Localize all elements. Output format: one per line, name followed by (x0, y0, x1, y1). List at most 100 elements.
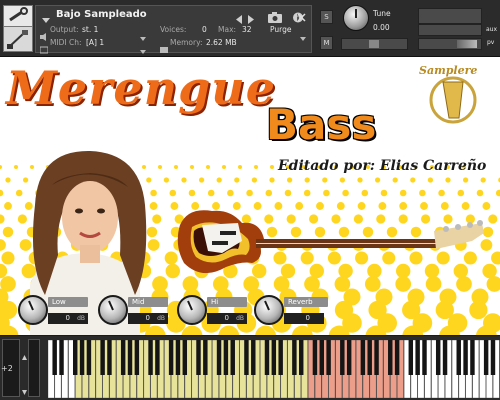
purge-dropdown-icon[interactable] (300, 27, 306, 46)
purge-button[interactable]: Purge (270, 25, 291, 35)
black-key[interactable] (415, 340, 420, 375)
solo-button[interactable]: S (320, 10, 333, 24)
black-key[interactable] (456, 340, 461, 375)
mod-wheel[interactable] (28, 339, 40, 397)
background-dot (198, 177, 205, 183)
pv-button[interactable]: pv (487, 38, 494, 48)
black-key[interactable] (490, 340, 496, 375)
black-key[interactable] (435, 340, 441, 375)
black-key[interactable] (360, 340, 366, 375)
black-key[interactable] (134, 340, 140, 375)
black-key[interactable] (264, 340, 270, 375)
black-key[interactable] (470, 340, 475, 375)
mid-value[interactable]: 0 dB (128, 313, 168, 324)
output-label: Output: (50, 25, 79, 34)
black-key[interactable] (107, 340, 112, 375)
hi-value[interactable]: 0 dB (207, 313, 247, 324)
black-key[interactable] (374, 340, 379, 375)
black-key[interactable] (340, 340, 345, 375)
black-key[interactable] (203, 340, 208, 375)
black-key[interactable] (251, 340, 256, 375)
background-dot (361, 189, 369, 197)
midi-channel-select[interactable]: [A] 1 (86, 38, 104, 48)
black-key[interactable] (59, 340, 64, 375)
black-key[interactable] (312, 340, 318, 375)
black-key[interactable] (127, 340, 133, 375)
mute-button[interactable]: M (320, 36, 333, 50)
black-key[interactable] (298, 340, 304, 375)
hi-label: Hi (207, 297, 247, 307)
background-dot (342, 189, 349, 197)
background-dot (169, 189, 177, 197)
memory-value: 2.62 MB (206, 38, 237, 47)
black-key[interactable] (223, 340, 229, 375)
background-dot (419, 189, 426, 197)
black-key[interactable] (292, 340, 297, 375)
low-knob[interactable] (18, 295, 48, 325)
black-key[interactable] (244, 340, 249, 375)
close-icon[interactable] (297, 7, 306, 26)
instrument-name[interactable]: Bajo Sampleado (56, 9, 147, 20)
hi-knob[interactable] (177, 295, 207, 325)
black-key[interactable] (216, 340, 222, 375)
pan-slider[interactable] (341, 38, 408, 50)
black-key[interactable] (72, 340, 78, 375)
black-key[interactable] (319, 340, 324, 375)
volume-slider[interactable] (418, 38, 482, 50)
aux-button[interactable]: aux (486, 25, 497, 35)
piano-keyboard[interactable] (48, 340, 500, 398)
mid-knob[interactable] (98, 295, 128, 325)
black-key[interactable] (394, 340, 400, 375)
low-value[interactable]: 0 dB (48, 313, 88, 324)
black-key[interactable] (230, 340, 235, 375)
black-key[interactable] (483, 340, 489, 375)
octave-up-icon[interactable] (22, 345, 27, 364)
black-key[interactable] (346, 340, 352, 375)
background-dot (380, 189, 388, 197)
black-key[interactable] (271, 340, 277, 375)
reverb-knob[interactable] (254, 295, 284, 325)
instrument-header: Bajo Sampleado Output: st. 1 Voices: 0 M… (0, 0, 500, 57)
background-dot (286, 177, 293, 183)
black-key[interactable] (182, 340, 188, 375)
background-dot (322, 177, 328, 183)
black-key[interactable] (155, 340, 160, 375)
background-dot (476, 189, 484, 197)
background-dot (254, 165, 258, 169)
volume-meter-bottom (418, 24, 482, 36)
black-key[interactable] (100, 340, 105, 375)
black-key[interactable] (120, 340, 126, 375)
black-key[interactable] (367, 340, 372, 375)
black-key[interactable] (148, 340, 153, 375)
black-key[interactable] (79, 340, 85, 375)
black-key[interactable] (422, 340, 427, 375)
background-dot (304, 177, 310, 183)
background-dot (488, 214, 498, 224)
black-key[interactable] (326, 340, 331, 375)
black-key[interactable] (52, 340, 57, 375)
tune-knob[interactable] (343, 5, 369, 31)
instrument-thumbnail-icon[interactable] (3, 26, 33, 52)
black-key[interactable] (442, 340, 448, 375)
background-dot (234, 177, 240, 183)
black-key[interactable] (278, 340, 283, 375)
background-dot (222, 165, 226, 169)
black-key[interactable] (196, 340, 201, 375)
samplere-logo: Samplere (415, 60, 491, 128)
background-dot (445, 177, 451, 183)
wrench-icon[interactable] (3, 5, 33, 27)
background-dot (190, 165, 194, 169)
midi-channel-label: MIDI Ch: (50, 38, 82, 47)
black-key[interactable] (388, 340, 393, 375)
octave-down-icon[interactable] (22, 380, 27, 399)
reverb-value[interactable]: 0 (284, 313, 324, 324)
black-key[interactable] (175, 340, 181, 375)
background-dot (399, 189, 407, 197)
black-key[interactable] (463, 340, 468, 375)
black-key[interactable] (168, 340, 174, 375)
output-select[interactable]: st. 1 (82, 25, 98, 35)
samplere-logo-text: Samplere (419, 64, 478, 77)
black-key[interactable] (408, 340, 414, 375)
black-key[interactable] (86, 340, 92, 375)
max-voices-value[interactable]: 32 (242, 25, 252, 35)
